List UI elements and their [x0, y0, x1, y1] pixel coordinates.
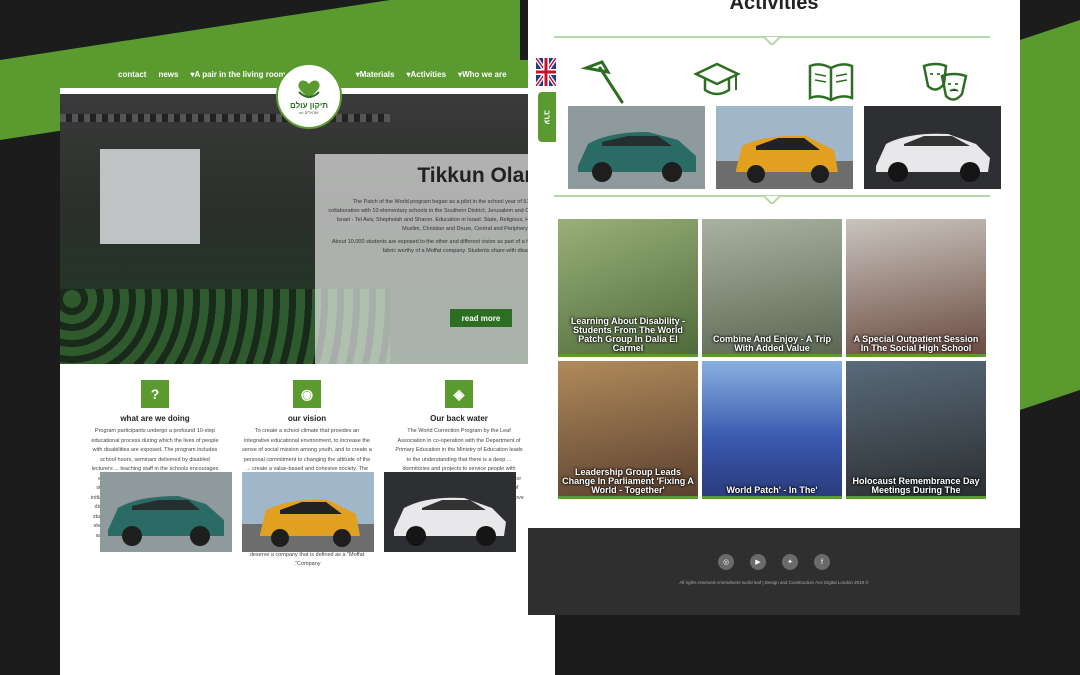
homepage-screenshot: contact news ▾A pair in the living room …: [60, 60, 555, 675]
gallery-caption: Combine And Enjoy - A Trip With Added Va…: [713, 334, 831, 353]
gallery-bar: [702, 354, 842, 357]
nav-who-we-are[interactable]: ▾Who we are: [458, 70, 506, 79]
logo-subtext: on ישראלים: [299, 109, 319, 115]
gallery-item[interactable]: Leadership Group Leads Change In Parliam…: [558, 361, 698, 499]
gallery-caption: World Patch' - In The': [726, 485, 818, 495]
site-logo[interactable]: תיקון עולם on ישראלים: [276, 63, 342, 129]
gallery-bar: [846, 496, 986, 499]
side-badge[interactable]: ערב: [538, 92, 556, 142]
car-photo: [100, 472, 232, 552]
question-icon: ?: [141, 380, 169, 408]
gallery-caption: Leadership Group Leads Change In Parliam…: [562, 467, 694, 495]
chevron-down-icon: [764, 196, 780, 204]
activities-title: Activities: [729, 0, 819, 14]
site-footer: ◎ ▶ ✦ f All rights reserved Amendment wo…: [528, 528, 1020, 615]
feature-title: our vision: [287, 414, 327, 423]
feature-title: what are we doing: [120, 414, 190, 423]
car-photo: [716, 106, 853, 189]
gallery-bar: [558, 354, 698, 357]
instagram-icon[interactable]: ◎: [718, 554, 734, 570]
car-photo: [384, 472, 516, 552]
gallery-caption: Holocaust Remembrance Day Meetings Durin…: [852, 476, 980, 495]
youtube-icon[interactable]: ▶: [750, 554, 766, 570]
twitter-icon[interactable]: ✦: [782, 554, 798, 570]
hero-title: Tikkun Olam: [417, 164, 543, 187]
projection-screen: [100, 149, 200, 244]
gallery-item[interactable]: World Patch' - In The': [702, 361, 842, 499]
gallery-item[interactable]: A Special Outpatient Session In The Soci…: [846, 219, 986, 357]
gallery-item[interactable]: Holocaust Remembrance Day Meetings Durin…: [846, 361, 986, 499]
gallery-item[interactable]: Combine And Enjoy - A Trip With Added Va…: [702, 219, 842, 357]
copyright-text: All rights reserved Amendment world leaf…: [679, 580, 869, 585]
nav-news[interactable]: news: [158, 70, 178, 79]
nav-materials[interactable]: ▾Materials: [356, 70, 395, 79]
gallery-bar: [702, 496, 842, 499]
feature-title: Our back water: [430, 414, 488, 423]
gallery-caption: Learning About Disability - Students Fro…: [570, 316, 686, 353]
car-photo: [864, 106, 1001, 189]
heart-hands-icon: [298, 79, 320, 98]
theater-masks-icon[interactable]: [920, 58, 970, 106]
read-more-button[interactable]: read more: [450, 309, 512, 327]
activities-screenshot: Activities Learning About Disability - S…: [528, 0, 1020, 615]
shield-icon: ◈: [445, 380, 473, 408]
facebook-icon[interactable]: f: [814, 554, 830, 570]
eye-icon: ◉: [293, 380, 321, 408]
gallery-item[interactable]: Learning About Disability - Students Fro…: [558, 219, 698, 357]
uk-flag-icon[interactable]: [536, 58, 556, 86]
logo-text: תיקון עולם: [290, 100, 328, 110]
gallery-bar: [558, 496, 698, 499]
chevron-down-icon: [764, 37, 780, 45]
car-photo: [568, 106, 705, 189]
book-icon[interactable]: [806, 58, 856, 106]
car-photo: [242, 472, 374, 552]
graduation-cap-icon[interactable]: [692, 58, 742, 106]
hero-paragraph-2: About 10,000 students are exposed to the…: [331, 239, 543, 254]
hero-paragraph-1: The Patch of the World program began as …: [328, 199, 543, 232]
gallery-caption: A Special Outpatient Session In The Soci…: [853, 334, 979, 353]
nav-contact[interactable]: contact: [118, 70, 146, 79]
nav-activities[interactable]: ▾Activities: [406, 70, 446, 79]
hammer-icon[interactable]: [578, 58, 628, 106]
nav-living-room[interactable]: ▾A pair in the living room: [190, 70, 285, 79]
stage-truss: [60, 114, 390, 122]
gallery-photo: [702, 361, 842, 499]
gallery-bar: [846, 354, 986, 357]
hero-panel: Tikkun Olam The Patch of the World progr…: [315, 154, 555, 364]
